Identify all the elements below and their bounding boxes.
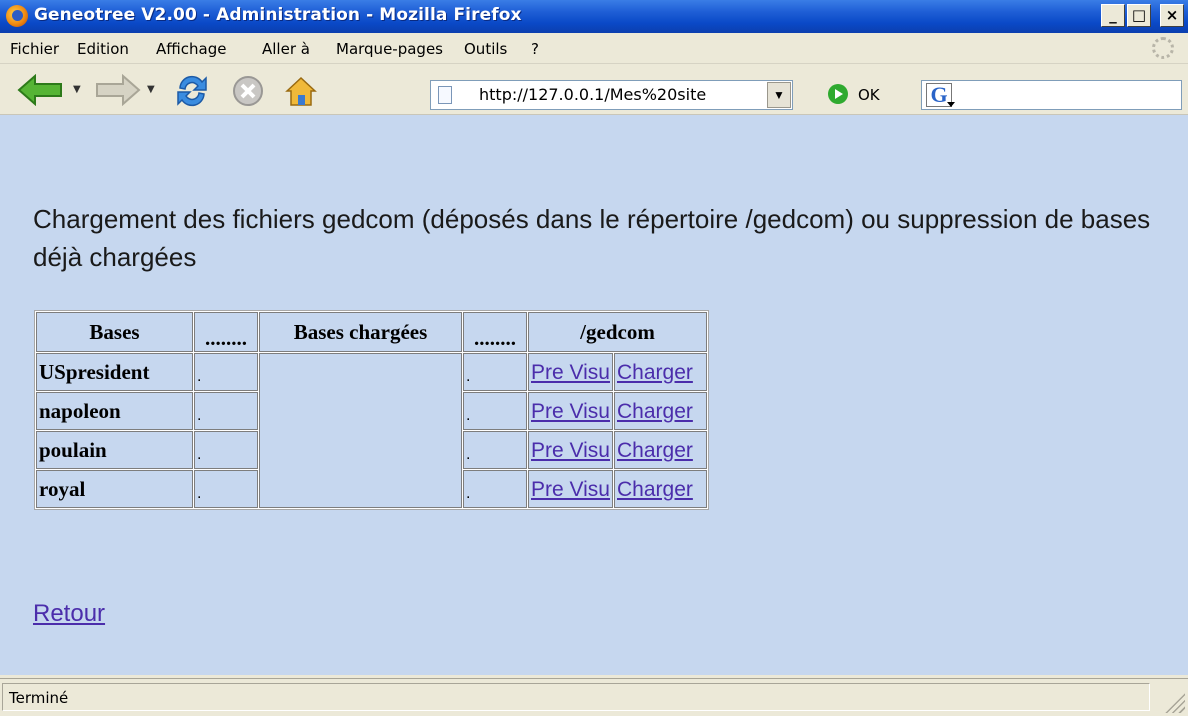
resize-grip-icon[interactable] [1163,691,1185,713]
header-bases-chargees: Bases chargées [259,312,462,352]
table-header-row: Bases ........ Bases chargées ........ /… [36,312,707,352]
reload-icon[interactable] [174,74,210,108]
maximize-button[interactable]: □ [1127,4,1151,27]
menu-help[interactable]: ? [531,40,539,58]
status-bar: Terminé [0,678,1188,716]
load-link[interactable]: Charger [617,361,693,384]
title-bar: Geneotree V2.00 - Administration - Mozil… [0,0,1188,33]
header-dots-2: ........ [463,312,527,352]
dot-cell: . [194,470,258,508]
load-link[interactable]: Charger [617,478,693,501]
header-bases: Bases [36,312,193,352]
dot-cell: . [463,392,527,430]
menu-aller[interactable]: Aller à [262,40,310,58]
preview-link[interactable]: Pre Visu [531,478,610,501]
table-row: USpresident . . Pre Visu Charger [36,353,707,508]
preview-link[interactable]: Pre Visu [531,361,610,384]
minimize-button[interactable]: _ [1101,4,1125,27]
bases-table: Bases ........ Bases chargées ........ /… [34,310,709,510]
menu-outils[interactable]: Outils [464,40,507,58]
menu-bar: Fichier Edition Affichage Aller à Marque… [0,33,1188,64]
preview-cell: Pre Visu [528,392,613,430]
stop-icon[interactable] [230,74,266,108]
header-gedcom: /gedcom [528,312,707,352]
url-dropdown-button[interactable]: ▼ [767,82,791,108]
page-icon [438,86,452,104]
google-icon[interactable]: G [926,83,955,107]
dot-cell: . [463,353,527,391]
load-cell: Charger [614,431,707,469]
menu-edition[interactable]: Edition [77,40,129,58]
dot-cell: . [194,431,258,469]
home-icon[interactable] [283,74,319,108]
menu-fichier[interactable]: Fichier [10,40,59,58]
load-cell: Charger [614,470,707,508]
forward-arrow-icon[interactable] [91,74,141,106]
back-history-dropdown-icon[interactable]: ▼ [73,84,81,95]
go-icon[interactable] [828,84,848,104]
menu-affichage[interactable]: Affichage [156,40,226,58]
header-dots-1: ........ [194,312,258,352]
window-title: Geneotree V2.00 - Administration - Mozil… [34,5,522,25]
base-name: royal [36,470,193,508]
preview-link[interactable]: Pre Visu [531,439,610,462]
firefox-window: Geneotree V2.00 - Administration - Mozil… [0,0,1188,716]
dot-cell: . [194,392,258,430]
close-button[interactable]: × [1160,4,1184,27]
back-link[interactable]: Retour [33,600,105,628]
preview-link[interactable]: Pre Visu [531,400,610,423]
load-cell: Charger [614,392,707,430]
menu-marque-pages[interactable]: Marque-pages [336,40,443,58]
back-arrow-icon[interactable] [17,74,67,106]
preview-cell: Pre Visu [528,431,613,469]
address-bar[interactable]: http://127.0.0.1/Mes%20site ▼ [430,80,793,110]
dot-cell: . [463,431,527,469]
firefox-icon [6,5,28,27]
preview-cell: Pre Visu [528,470,613,508]
preview-cell: Pre Visu [528,353,613,391]
load-cell: Charger [614,353,707,391]
url-text[interactable]: http://127.0.0.1/Mes%20site [479,85,762,104]
status-text: Terminé [9,689,69,707]
search-box[interactable]: G [921,80,1182,110]
base-name: poulain [36,431,193,469]
page-content: Chargement des fichiers gedcom (déposés … [0,115,1188,675]
forward-history-dropdown-icon[interactable]: ▼ [147,84,155,95]
base-name: USpresident [36,353,193,391]
go-button-label[interactable]: OK [858,86,880,104]
base-name: napoleon [36,392,193,430]
activity-throbber-icon [1152,37,1174,59]
load-link[interactable]: Charger [617,400,693,423]
dot-cell: . [194,353,258,391]
load-link[interactable]: Charger [617,439,693,462]
page-heading: Chargement des fichiers gedcom (déposés … [33,204,1151,272]
dot-cell: . [463,470,527,508]
status-panel: Terminé [2,683,1150,711]
loaded-bases-cell [259,353,462,508]
